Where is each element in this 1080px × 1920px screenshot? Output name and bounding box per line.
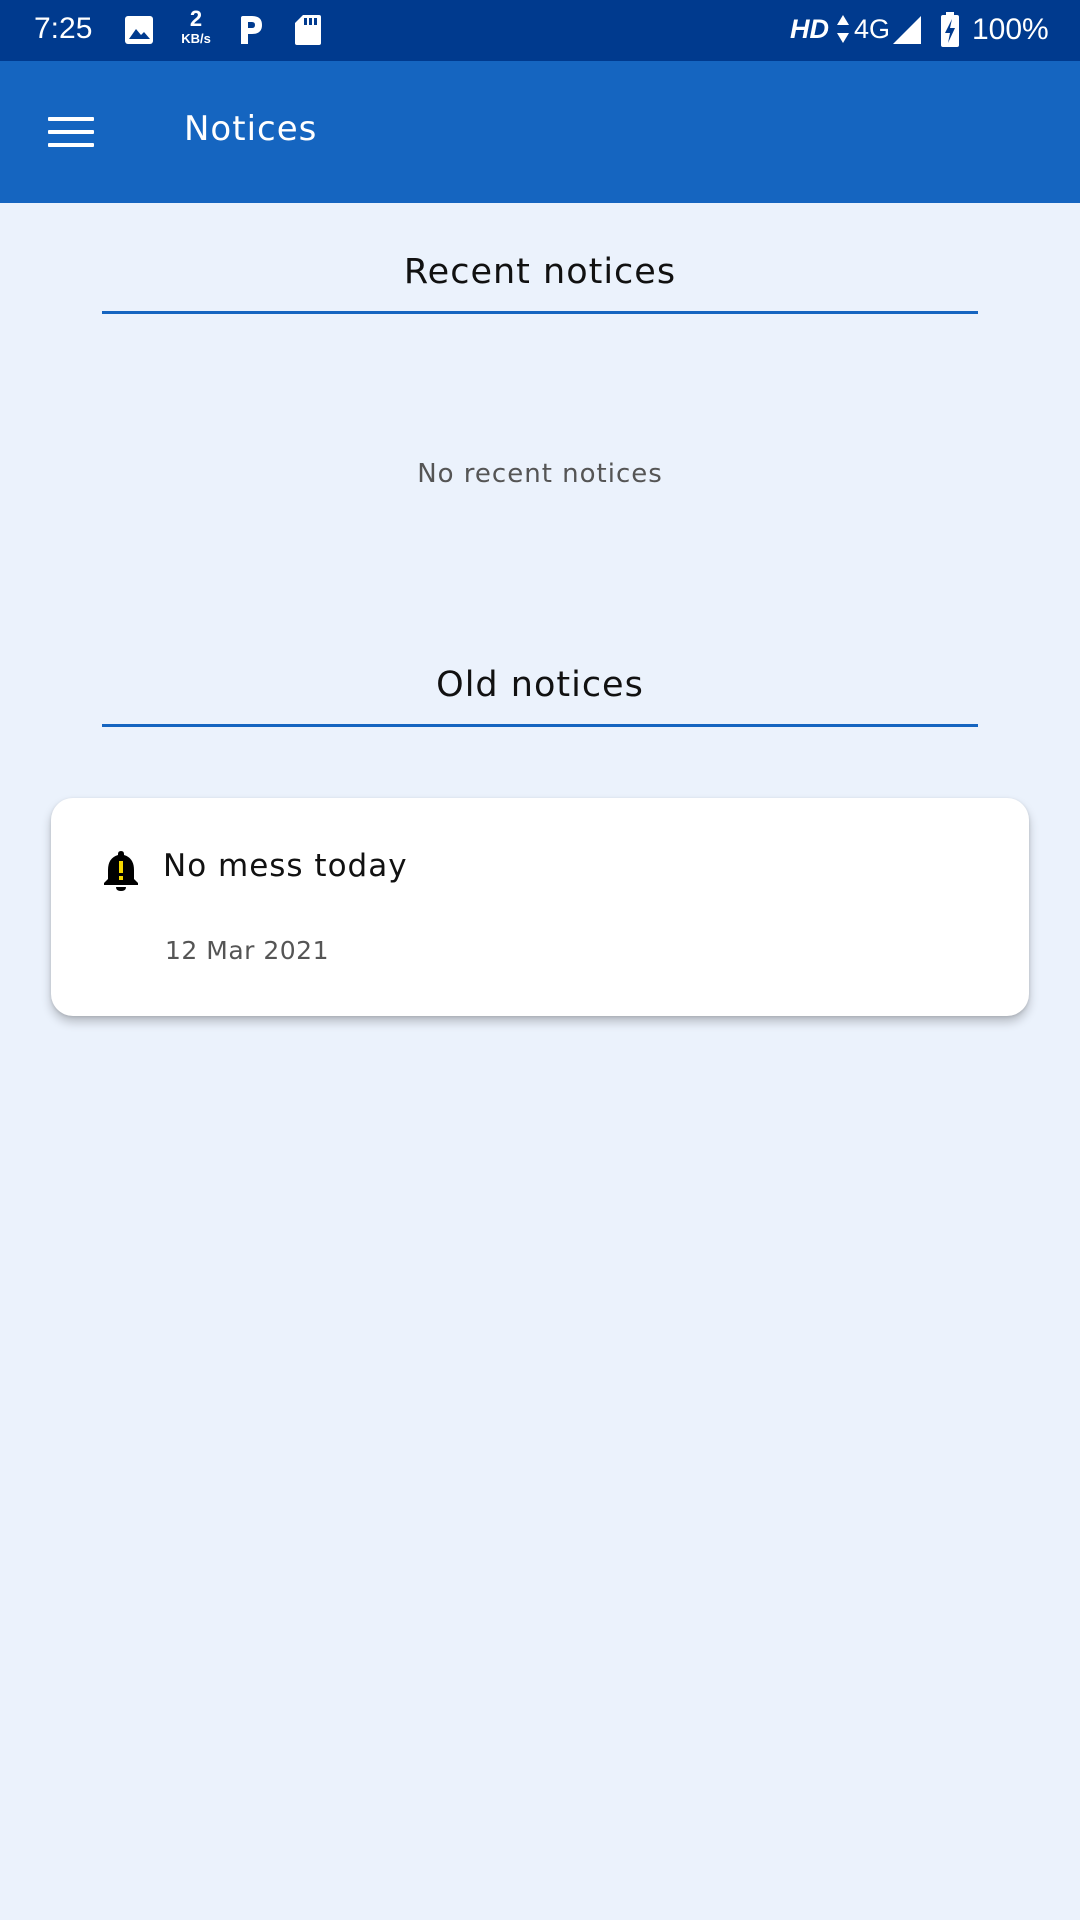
notice-card[interactable]: No mess today 12 Mar 2021 [51, 798, 1029, 1016]
battery-percentage: 100% [972, 13, 1049, 46]
bell-alert-icon [104, 851, 138, 891]
menu-icon[interactable] [40, 109, 102, 155]
recent-notices-divider [102, 311, 978, 314]
status-time: 7:25 [34, 12, 93, 45]
battery-charging-icon [941, 12, 959, 47]
parking-icon [241, 16, 262, 44]
page-title: Notices [184, 109, 318, 149]
app-bar: Notices [0, 61, 1080, 203]
image-icon [125, 16, 153, 44]
old-notices-heading: Old notices [436, 665, 644, 705]
empty-state-text: No recent notices [417, 459, 663, 489]
status-bar: 7:25 2 KB/s HD 4G 100% [0, 0, 1080, 61]
old-notices-divider [102, 724, 978, 727]
hd-indicator: HD [790, 14, 829, 44]
signal-icon [893, 16, 921, 44]
notice-title: No mess today [163, 848, 408, 884]
recent-notices-heading: Recent notices [403, 252, 677, 292]
net-speed-unit: KB/s [181, 31, 211, 46]
data-arrows-icon [837, 15, 849, 43]
network-type: 4G [854, 14, 891, 44]
net-speed-indicator: 2 KB/s [176, 6, 216, 46]
sd-card-icon [295, 15, 321, 45]
net-speed-value: 2 [189, 6, 203, 31]
notice-date: 12 Mar 2021 [165, 936, 329, 965]
